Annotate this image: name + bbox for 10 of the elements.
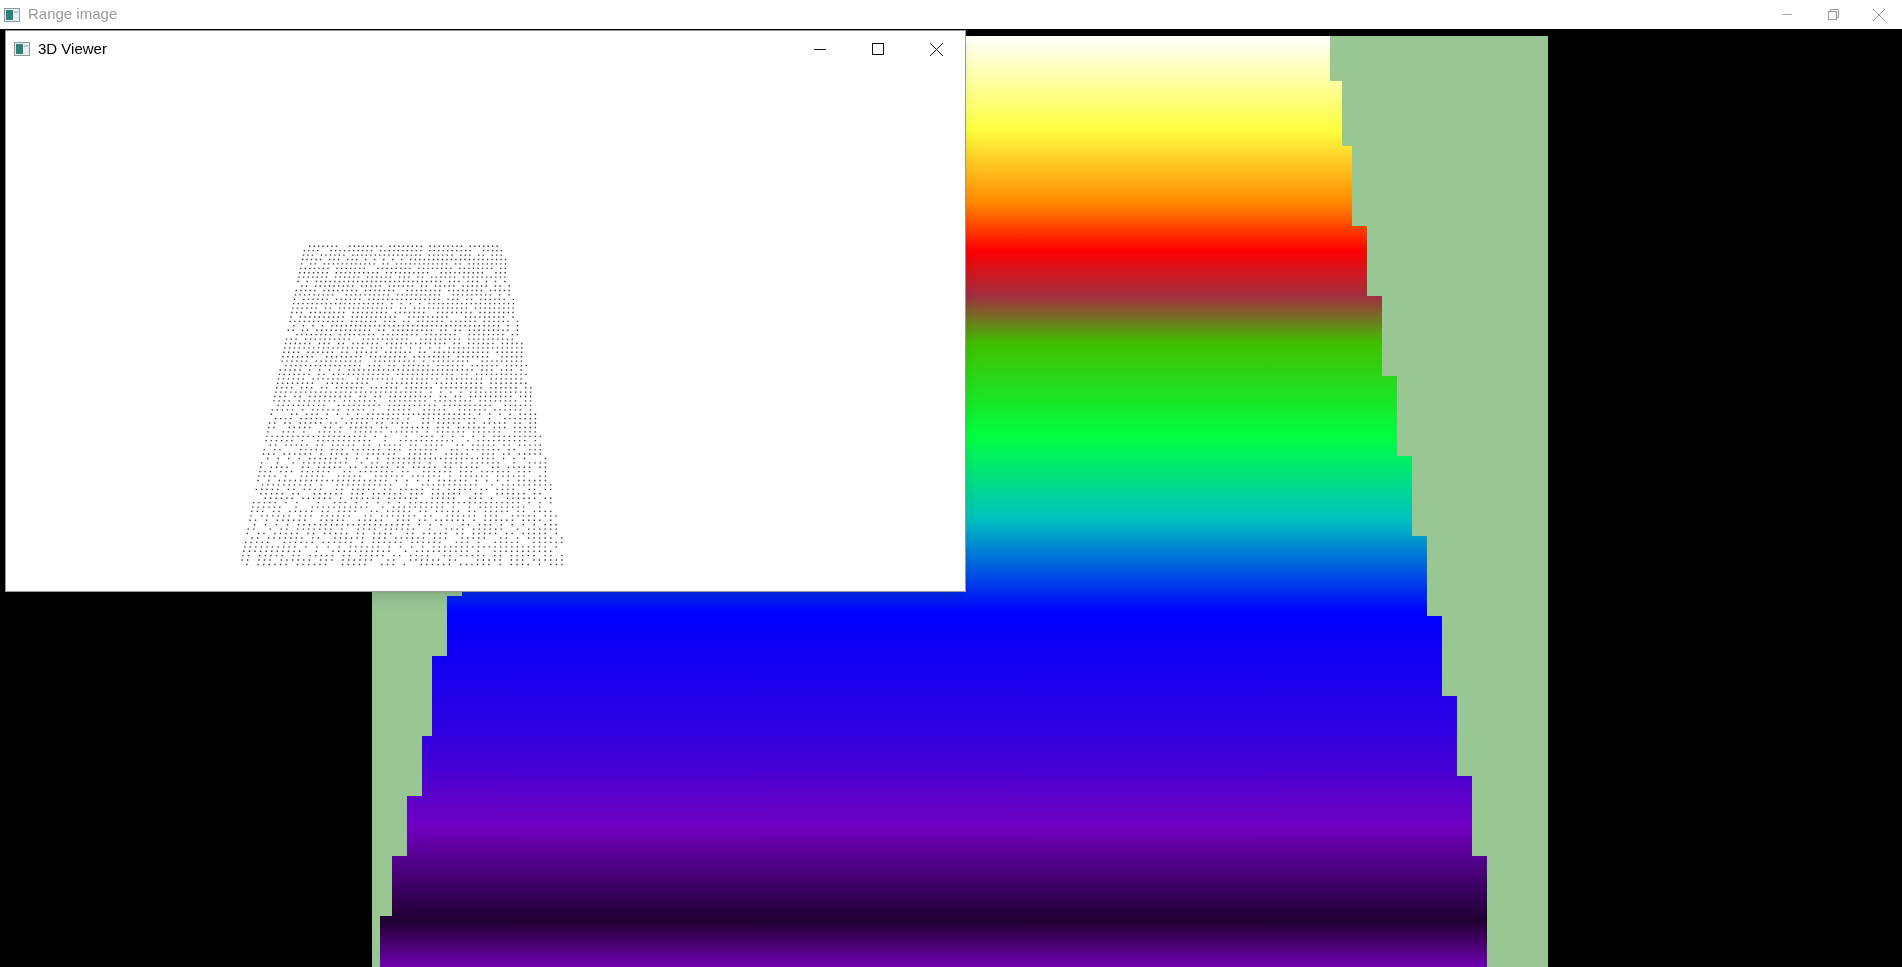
minimize-icon: [814, 48, 826, 50]
close-icon: [1873, 8, 1885, 21]
minimize-icon: [1782, 14, 1792, 15]
app-icon: [14, 42, 30, 56]
window-title: 3D Viewer: [38, 38, 107, 59]
app-icon: [4, 7, 20, 22]
maximize-icon: [872, 43, 884, 55]
window-title: Range image: [28, 4, 118, 25]
close-icon: [929, 42, 943, 56]
restore-icon: [1827, 9, 1839, 20]
